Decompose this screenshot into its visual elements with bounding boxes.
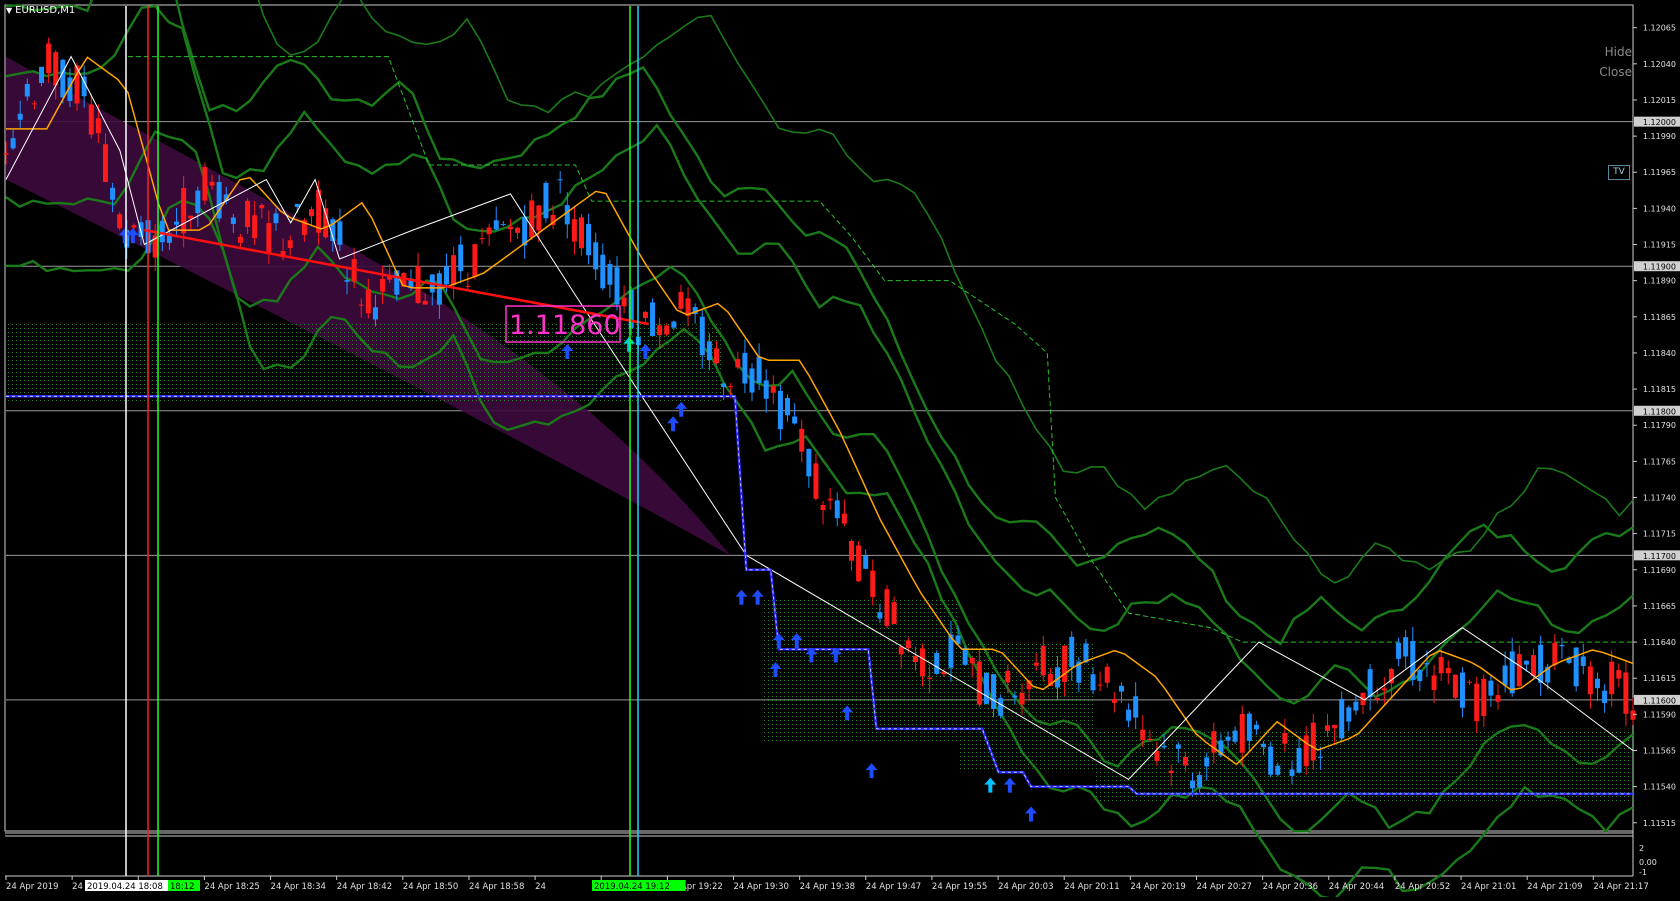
candle	[543, 180, 549, 223]
x-tick-label: 24 Apr 18:58	[469, 882, 524, 892]
y-tick-label: 1.11915	[1643, 241, 1676, 250]
price-callout-value: 1.11860	[509, 310, 621, 341]
y-tick-label: 1.11515	[1643, 819, 1676, 828]
y-tick-label: 1.11940	[1643, 204, 1676, 213]
y-tick-label: 1.11965	[1643, 168, 1676, 177]
candle	[934, 650, 940, 675]
y-tick-label: 1.11740	[1643, 494, 1676, 503]
y-tick-label: 1.11615	[1643, 674, 1676, 683]
x-tick-label: 24 Apr 18:50	[403, 882, 458, 892]
x-tick-label: 24 Apr 18:34	[271, 882, 326, 892]
x-tick-label: 24 Apr 20:27	[1196, 882, 1251, 892]
sub-tick-label: 2	[1639, 844, 1644, 853]
x-tick-label: 24 Apr 19:30	[734, 882, 789, 892]
price-level-label: 1.11600	[1643, 696, 1676, 705]
chart-window[interactable]: 1.12000 1.11900 1.11800 1.11700 1.11600 1.120…	[0, 0, 1680, 901]
x-tick-label: 24 Apr 20:19	[1130, 882, 1185, 892]
candle	[529, 193, 535, 240]
candle	[856, 541, 862, 583]
x-tick-label: 24 Apr 19:38	[800, 882, 855, 892]
y-tick-label: 1.11990	[1643, 132, 1676, 141]
candle	[202, 162, 208, 205]
y-tick-label: 1.11865	[1643, 313, 1676, 322]
x-tick-label: 24 Apr 20:52	[1395, 882, 1450, 892]
cloud-area	[762, 598, 958, 744]
y-tick-label: 1.12015	[1643, 96, 1676, 105]
price-level-label: 1.12000	[1643, 118, 1676, 127]
y-tick-label: 1.11640	[1643, 638, 1676, 647]
tv-button[interactable]: TV	[1608, 165, 1630, 180]
y-tick-label: 1.11840	[1643, 349, 1676, 358]
candle	[650, 298, 656, 337]
x-tick-label: 24 Apr 19:55	[932, 882, 987, 892]
candle	[472, 243, 478, 280]
candle	[884, 585, 890, 629]
y-tick-label: 1.11790	[1643, 421, 1676, 430]
price-level-label: 1.11700	[1643, 552, 1676, 561]
candle	[1268, 741, 1274, 778]
y-tick-label: 1.11715	[1643, 530, 1676, 539]
sub-tick-label: -1	[1639, 868, 1647, 877]
y-tick-label: 1.12065	[1643, 24, 1676, 33]
x-tick-label: 24 Apr 20:11	[1064, 882, 1119, 892]
y-tick-label: 1.11815	[1643, 385, 1676, 394]
y-tick-label: 1.11590	[1643, 710, 1676, 719]
symbol-text: EURUSD,M1	[15, 5, 76, 16]
y-tick-label: 1.11765	[1643, 457, 1676, 466]
symbol-label[interactable]: ▼ EURUSD,M1	[6, 5, 75, 16]
x-tick-label: 24 Apr 21:09	[1527, 882, 1582, 892]
x-tick-label: 24 Apr 20:03	[998, 882, 1053, 892]
time-marker-label: 18:12	[170, 882, 195, 892]
price-chart[interactable]: 1.12000 1.11900 1.11800 1.11700 1.11600 1.120…	[0, 0, 1680, 901]
candle	[962, 645, 968, 666]
hide-button[interactable]: Hide	[1605, 45, 1632, 59]
x-tick-label: 24 Apr 21:17	[1593, 882, 1648, 892]
y-tick-label: 1.11540	[1643, 783, 1676, 792]
menu-triangle-icon[interactable]: ▼	[6, 6, 12, 15]
candle	[1452, 674, 1458, 701]
candle	[983, 672, 989, 705]
close-button[interactable]: Close	[1599, 65, 1632, 79]
time-marker-label: 2019.04.24 19:12	[594, 882, 670, 892]
price-level-label: 1.11900	[1643, 263, 1676, 272]
x-tick-label: 24	[535, 882, 546, 892]
x-tick-label: 24 Apr 21:01	[1461, 882, 1516, 892]
price-level-label: 1.11800	[1643, 407, 1676, 416]
sub-tick-label: 0.00	[1639, 858, 1657, 867]
x-tick-label: 24 Apr 20:36	[1263, 882, 1318, 892]
x-tick-label: 24 Apr 20:44	[1329, 882, 1384, 892]
y-tick-label: 1.11690	[1643, 566, 1676, 575]
y-tick-label: 1.11665	[1643, 602, 1676, 611]
x-tick-label: 24 Apr 2019	[6, 882, 59, 892]
candle	[1573, 647, 1579, 692]
candle	[117, 211, 123, 231]
x-tick-label: 24 Apr 18:25	[204, 882, 259, 892]
cloud-area	[1096, 728, 1633, 802]
time-marker-label: 2019.04.24 18:08	[87, 882, 163, 892]
y-tick-label: 1.12040	[1643, 60, 1676, 69]
y-tick-label: 1.11565	[1643, 746, 1676, 755]
x-tick-label: 24 Apr 18:42	[337, 882, 392, 892]
x-tick-label: 24 Apr 19:47	[866, 882, 921, 892]
y-tick-label: 1.11890	[1643, 277, 1676, 286]
